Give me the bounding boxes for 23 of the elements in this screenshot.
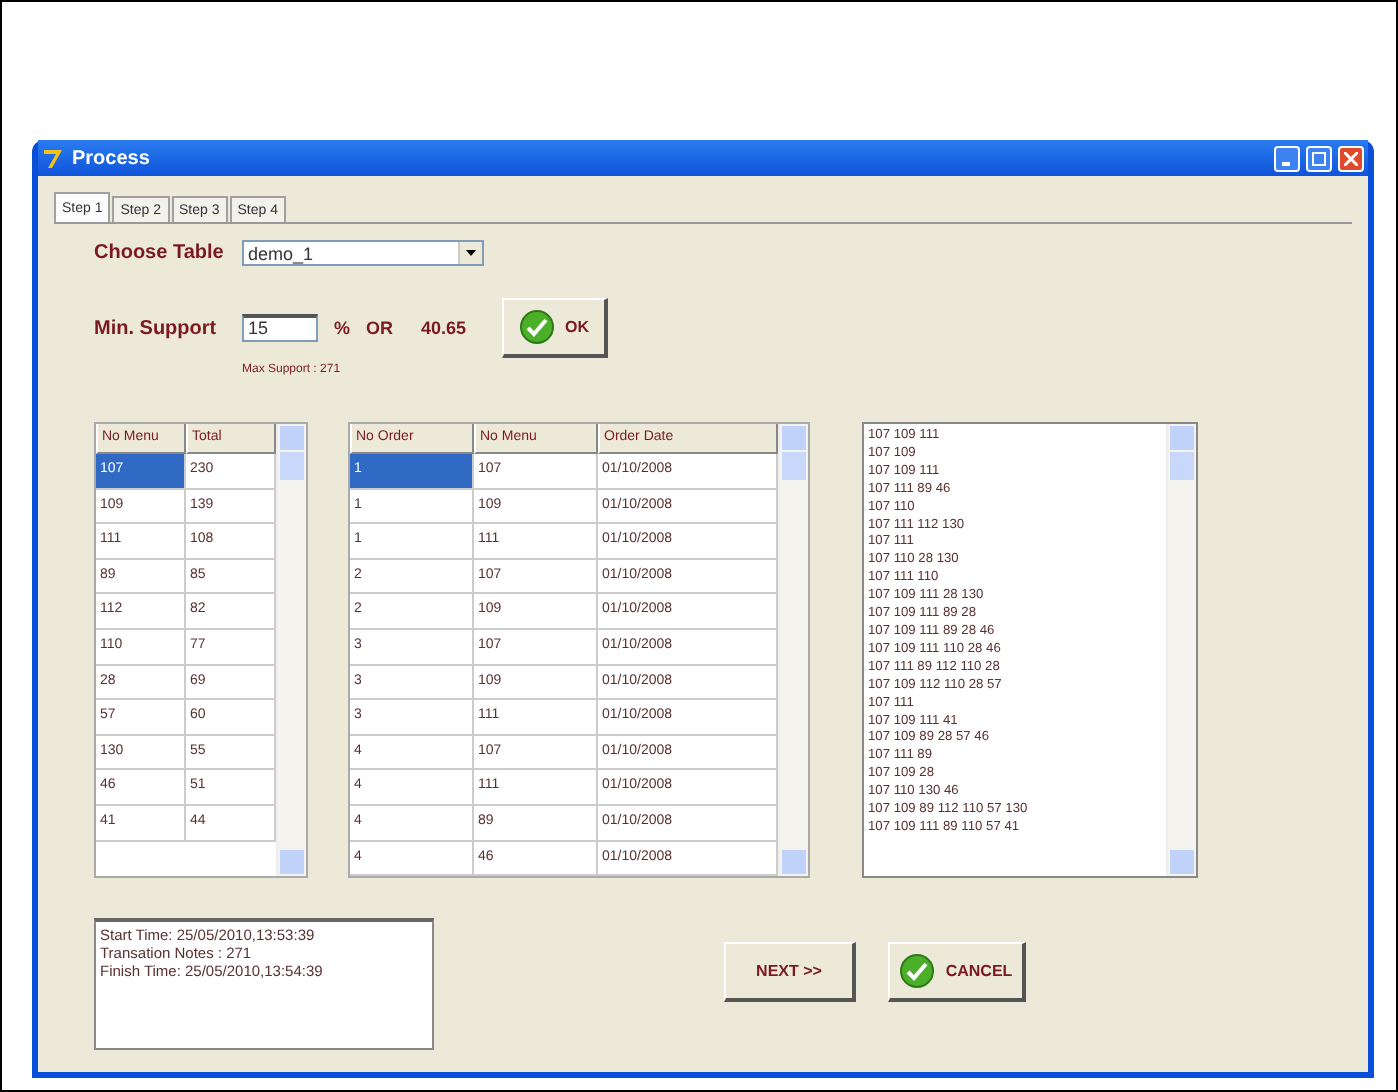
input-field[interactable]: 15 bbox=[242, 314, 318, 342]
window-title: Process bbox=[72, 147, 152, 169]
support-value: 40.65 bbox=[421, 318, 467, 338]
check-icon bbox=[899, 954, 934, 988]
scrollbar[interactable] bbox=[276, 424, 306, 876]
maximize-button[interactable] bbox=[1306, 145, 1332, 171]
maximize-icon bbox=[1312, 151, 1326, 165]
table-dropdown[interactable]: demo_1 bbox=[242, 240, 484, 266]
ok-button[interactable]: OK bbox=[502, 298, 609, 358]
minimize-button[interactable] bbox=[1274, 145, 1300, 171]
or-label: OR bbox=[366, 318, 394, 338]
dropdown-arrow-icon bbox=[466, 250, 476, 256]
close-button[interactable] bbox=[1338, 145, 1364, 171]
next-button[interactable]: NEXT >> bbox=[724, 942, 856, 1002]
unit-label: % bbox=[334, 318, 351, 338]
app-icon bbox=[42, 146, 66, 170]
close-icon bbox=[1344, 151, 1358, 165]
field-label: Choose Table bbox=[94, 242, 226, 264]
cancel-button[interactable]: CANCEL bbox=[888, 942, 1026, 1002]
scrollbar[interactable] bbox=[778, 424, 808, 876]
check-icon bbox=[519, 310, 554, 344]
field-label: Min. Support bbox=[94, 317, 219, 339]
scrollbar[interactable] bbox=[1166, 424, 1196, 876]
